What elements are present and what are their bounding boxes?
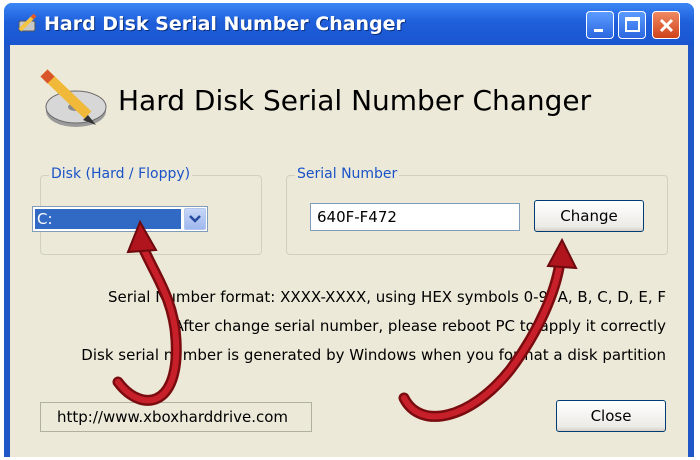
pencil-disk-logo: [40, 69, 107, 127]
serial-number-input[interactable]: 640F-F472: [310, 203, 520, 231]
app-window: Hard Disk Serial Number Changer Hard Dis…: [4, 3, 694, 457]
minimize-icon: [594, 29, 603, 32]
dialog-body: Hard Disk Serial Number Changer Disk (Ha…: [10, 45, 688, 457]
change-button[interactable]: Change: [534, 200, 644, 232]
close-window-button[interactable]: [652, 11, 680, 39]
maximize-icon: [625, 17, 640, 32]
serial-group-label: Serial Number: [295, 166, 400, 182]
minimize-button[interactable]: [586, 11, 614, 39]
info-line-windows: Disk serial number is generated by Windo…: [81, 346, 666, 364]
disk-dropdown-button[interactable]: [184, 208, 206, 230]
pencil-disk-icon: [18, 13, 37, 32]
disk-group-label: Disk (Hard / Floppy): [49, 166, 193, 182]
close-button[interactable]: Close: [556, 400, 666, 432]
close-icon: [659, 18, 674, 33]
info-line-reboot: After change serial number, please reboo…: [173, 317, 666, 335]
disk-select-value: C:: [35, 209, 181, 229]
chevron-down-icon: [189, 215, 201, 223]
disk-select[interactable]: C:: [32, 206, 208, 232]
app-heading: Hard Disk Serial Number Changer: [118, 84, 592, 117]
info-line-format: Serial Number format: XXXX-XXXX, using H…: [107, 288, 666, 306]
maximize-button[interactable]: [618, 11, 646, 39]
website-link[interactable]: http://www.xboxharddrive.com: [40, 402, 312, 432]
title-bar[interactable]: Hard Disk Serial Number Changer: [4, 3, 694, 45]
window-title: Hard Disk Serial Number Changer: [44, 13, 405, 35]
